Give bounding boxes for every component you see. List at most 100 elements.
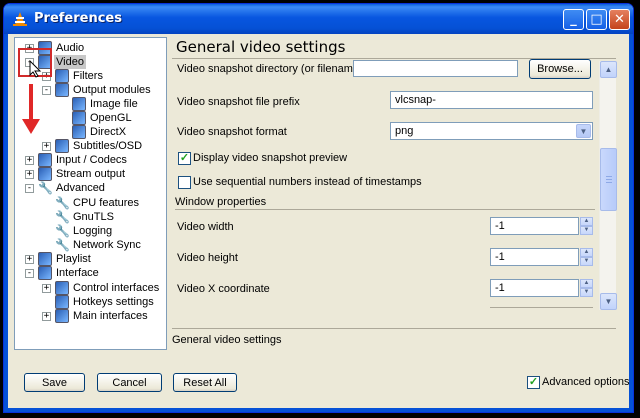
close-button[interactable]: ✕ [609, 9, 630, 30]
tree-item-subtitles-osd[interactable]: + Subtitles/OSD [15, 139, 166, 153]
video-height-label: Video height [177, 252, 238, 264]
snapshot-format-label: Video snapshot format [177, 126, 287, 138]
tree-item-gnutls[interactable]: 🔧 GnuTLS [15, 210, 166, 224]
tree-item-input-codecs[interactable]: + Input / Codecs [15, 153, 166, 167]
scroll-down-button[interactable]: ▼ [600, 293, 617, 310]
snapshot-preview-label[interactable]: Display video snapshot preview [193, 152, 347, 164]
window-properties-heading: Window properties [175, 196, 267, 208]
reset-all-button[interactable]: Reset All [173, 373, 237, 392]
collapse-icon[interactable]: - [42, 86, 51, 95]
grip-line [606, 182, 612, 183]
tree-item-label: Control interfaces [73, 282, 160, 294]
wrench-icon: 🔧 [55, 224, 70, 238]
wrench-icon: 🔧 [55, 210, 70, 224]
grip-line [606, 179, 612, 180]
tree-item-label: Filters [73, 70, 103, 82]
spin-down-icon[interactable]: ▼ [580, 257, 593, 266]
video-width-label: Video width [177, 221, 234, 233]
minimize-icon: _ [570, 12, 577, 27]
opengl-icon [72, 111, 86, 125]
tree-item-label: Audio [56, 42, 85, 54]
chevron-up-icon: ▲ [604, 65, 613, 74]
snapshot-preview-checkbox[interactable]: ✓ [178, 152, 191, 165]
tree-item-label: OpenGL [90, 112, 132, 124]
video-height-spinner[interactable]: ▲ ▼ [580, 248, 593, 266]
tree-item-network-sync[interactable]: 🔧 Network Sync [15, 238, 166, 252]
snapshot-format-value: png [395, 125, 414, 137]
tree-item-label: Output modules [73, 84, 151, 96]
filters-icon [55, 69, 69, 83]
input-codecs-icon [38, 153, 52, 167]
maximize-button[interactable]: □ [586, 9, 607, 30]
vertical-scrollbar[interactable]: ▲ ▼ [599, 61, 617, 310]
tree-item-label: Interface [56, 267, 99, 279]
expand-icon[interactable]: + [42, 312, 51, 321]
scroll-up-button[interactable]: ▲ [600, 61, 617, 78]
tree-item-hotkeys-settings[interactable]: Hotkeys settings [15, 295, 166, 309]
title-bar[interactable]: Preferences _ □ ✕ [4, 4, 633, 34]
snapshot-directory-input[interactable] [353, 60, 518, 77]
preferences-tree[interactable]: + Audio - Video + Filters - Output modules Image… [14, 37, 167, 350]
playlist-icon [38, 252, 52, 266]
advanced-wrench-icon: 🔧 [38, 181, 53, 195]
checkmark-icon: ✓ [179, 152, 190, 164]
expand-icon[interactable]: + [25, 170, 34, 179]
collapse-icon[interactable]: - [25, 184, 34, 193]
image-file-icon [72, 97, 86, 111]
browse-button[interactable]: Browse... [529, 59, 591, 79]
window-frame-left [4, 34, 8, 412]
video-width-spinner[interactable]: ▲ ▼ [580, 217, 593, 235]
tree-item-playlist[interactable]: + Playlist [15, 252, 166, 266]
advanced-options-checkbox[interactable]: ✓ [527, 376, 540, 389]
video-width-input[interactable]: -1 [490, 217, 579, 235]
expand-icon[interactable]: + [42, 142, 51, 151]
video-height-input[interactable]: -1 [490, 248, 579, 266]
video-x-coordinate-label: Video X coordinate [177, 283, 270, 295]
tree-item-label: CPU features [73, 197, 140, 209]
expand-icon[interactable]: + [25, 255, 34, 264]
tree-item-output-modules[interactable]: - Output modules [15, 83, 166, 97]
section-divider [175, 209, 595, 210]
settings-scroll-area[interactable]: Video snapshot directory (or filename) B… [172, 59, 616, 310]
tree-item-stream-output[interactable]: + Stream output [15, 167, 166, 181]
grip-line [606, 176, 612, 177]
tree-item-image-file[interactable]: Image file [15, 97, 166, 111]
snapshot-prefix-input[interactable]: vlcsnap- [390, 91, 593, 109]
footer-divider [172, 328, 616, 329]
expand-icon[interactable]: + [42, 284, 51, 293]
vlc-cone-icon [13, 12, 27, 26]
scrollbar-thumb[interactable] [600, 148, 617, 211]
tree-item-label: Input / Codecs [56, 154, 127, 166]
spin-down-icon[interactable]: ▼ [580, 226, 593, 235]
sequential-numbers-label[interactable]: Use sequential numbers instead of timest… [193, 176, 422, 188]
checkmark-icon: ✓ [528, 376, 539, 388]
wrench-icon: 🔧 [55, 238, 70, 252]
expand-icon[interactable]: + [25, 156, 34, 165]
tree-item-label: DirectX [90, 126, 127, 138]
tree-item-cpu-features[interactable]: 🔧 CPU features [15, 196, 166, 210]
spin-up-icon[interactable]: ▲ [580, 217, 593, 226]
spin-down-icon[interactable]: ▼ [580, 288, 593, 297]
chevron-down-icon[interactable]: ▼ [576, 124, 591, 138]
directx-icon [72, 125, 86, 139]
tree-item-main-interfaces[interactable]: + Main interfaces [15, 309, 166, 323]
save-button[interactable]: Save [24, 373, 85, 392]
tree-item-interface[interactable]: - Interface [15, 266, 166, 280]
tree-item-logging[interactable]: 🔧 Logging [15, 224, 166, 238]
video-x-coordinate-spinner[interactable]: ▲ ▼ [580, 279, 593, 297]
window-title: Preferences [34, 11, 122, 26]
advanced-options-label[interactable]: Advanced options [542, 376, 629, 388]
snapshot-format-select[interactable]: png ▼ [390, 122, 593, 140]
cancel-button[interactable]: Cancel [97, 373, 162, 392]
tree-item-label: GnuTLS [73, 211, 114, 223]
sequential-numbers-checkbox[interactable] [178, 176, 191, 189]
hotkeys-icon [55, 295, 69, 309]
subtitles-icon [55, 139, 69, 153]
minimize-button[interactable]: _ [563, 9, 584, 30]
tree-item-advanced[interactable]: - 🔧 Advanced [15, 181, 166, 195]
spin-up-icon[interactable]: ▲ [580, 279, 593, 288]
collapse-icon[interactable]: - [25, 269, 34, 278]
spin-up-icon[interactable]: ▲ [580, 248, 593, 257]
video-x-coordinate-input[interactable]: -1 [490, 279, 579, 297]
tree-item-control-interfaces[interactable]: + Control interfaces [15, 281, 166, 295]
